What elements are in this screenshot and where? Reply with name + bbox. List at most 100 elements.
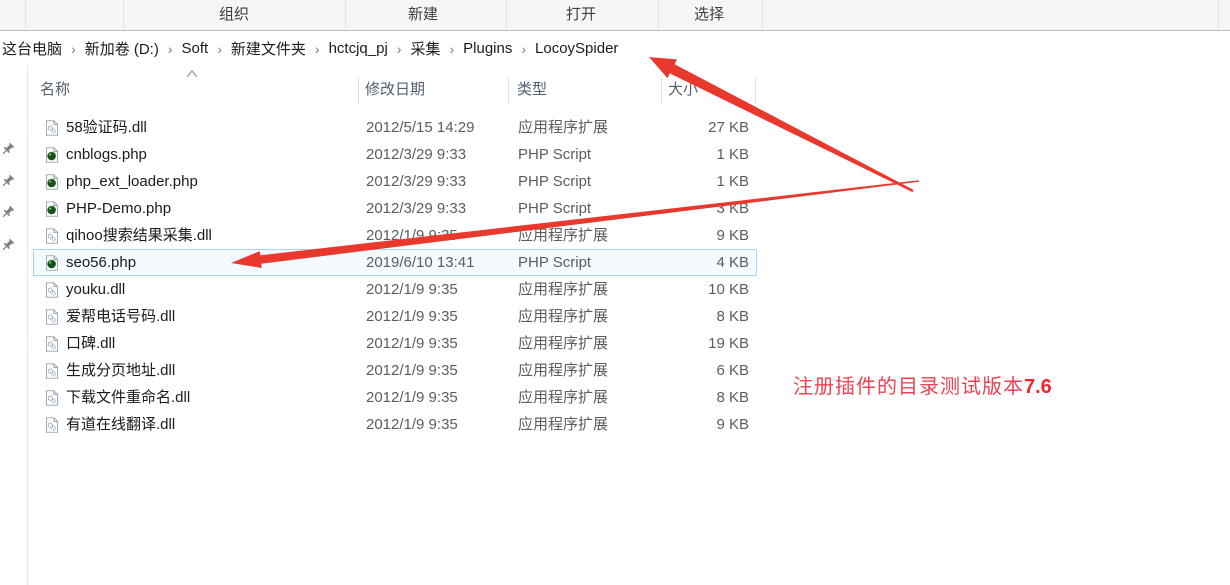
column-header-name[interactable]: 名称 <box>40 75 70 105</box>
file-size: 1 KB <box>594 142 749 169</box>
column-divider[interactable] <box>755 78 756 104</box>
file-explorer-window: 组织 新建 打开 选择 这台电脑 › 新加卷 (D:) › Soft › 新建文… <box>0 0 1230 585</box>
dll-file-icon <box>44 363 62 379</box>
file-date: 2012/1/9 9:35 <box>366 304 458 331</box>
toolbar-group-organize[interactable]: 组织 <box>219 0 249 30</box>
php-file-icon <box>44 174 62 190</box>
php-file-icon <box>44 255 62 271</box>
file-name: youku.dll <box>66 277 125 304</box>
column-divider[interactable] <box>508 78 509 104</box>
file-size: 6 KB <box>594 358 749 385</box>
column-header-type[interactable]: 类型 <box>517 75 547 105</box>
breadcrumb-item-hctcjq-pj[interactable]: hctcjq_pj <box>329 40 388 57</box>
toolbar-group-new[interactable]: 新建 <box>408 0 438 30</box>
chevron-right-icon[interactable]: › <box>168 41 173 57</box>
chevron-right-icon[interactable]: › <box>397 41 402 57</box>
file-type: PHP Script <box>518 142 591 169</box>
column-header-date[interactable]: 修改日期 <box>365 75 425 105</box>
breadcrumb: 这台电脑 › 新加卷 (D:) › Soft › 新建文件夹 › hctcjq_… <box>0 31 1230 66</box>
breadcrumb-item-drive-d[interactable]: 新加卷 (D:) <box>85 38 159 59</box>
file-row[interactable]: 有道在线翻译.dll 2012/1/9 9:35 应用程序扩展 9 KB <box>33 411 757 438</box>
toolbar-group-open[interactable]: 打开 <box>566 0 596 30</box>
file-date: 2012/3/29 9:33 <box>366 142 466 169</box>
file-name: 有道在线翻译.dll <box>66 412 175 439</box>
php-file-icon <box>44 201 62 217</box>
chevron-right-icon[interactable]: › <box>449 41 454 57</box>
toolbar-divider <box>762 0 763 30</box>
file-row[interactable]: youku.dll 2012/1/9 9:35 应用程序扩展 10 KB <box>33 276 757 303</box>
breadcrumb-item-caiji[interactable]: 采集 <box>410 38 440 59</box>
file-name: 生成分页地址.dll <box>66 358 175 385</box>
pin-icon[interactable] <box>1 142 15 157</box>
file-date: 2012/1/9 9:35 <box>366 412 458 439</box>
pin-icon[interactable] <box>1 174 15 189</box>
file-row[interactable]: 下载文件重命名.dll 2012/1/9 9:35 应用程序扩展 8 KB <box>33 384 757 411</box>
file-row[interactable]: cnblogs.php 2012/3/29 9:33 PHP Script 1 … <box>33 141 757 168</box>
file-size: 9 KB <box>594 223 749 250</box>
toolbar-divider <box>506 0 507 30</box>
file-type: PHP Script <box>518 169 591 196</box>
chevron-right-icon[interactable]: › <box>71 41 76 57</box>
file-date: 2012/1/9 9:35 <box>366 223 458 250</box>
file-size: 8 KB <box>594 304 749 331</box>
file-date: 2012/3/29 9:33 <box>366 196 466 223</box>
file-date: 2012/5/15 14:29 <box>366 115 474 142</box>
chevron-right-icon[interactable]: › <box>315 41 320 57</box>
toolbar-divider <box>658 0 659 30</box>
dll-file-icon <box>44 282 62 298</box>
file-row[interactable]: php_ext_loader.php 2012/3/29 9:33 PHP Sc… <box>33 168 757 195</box>
dll-file-icon <box>44 120 62 136</box>
ribbon-toolbar: 组织 新建 打开 选择 <box>0 0 1230 31</box>
column-divider[interactable] <box>661 78 662 104</box>
file-name: cnblogs.php <box>66 142 147 169</box>
file-date: 2012/1/9 9:35 <box>366 331 458 358</box>
navigation-pane-edge <box>0 66 28 585</box>
pin-icon[interactable] <box>1 238 15 253</box>
file-row[interactable]: 口碑.dll 2012/1/9 9:35 应用程序扩展 19 KB <box>33 330 757 357</box>
file-row[interactable]: 爱帮电话号码.dll 2012/1/9 9:35 应用程序扩展 8 KB <box>33 303 757 330</box>
dll-file-icon <box>44 390 62 406</box>
toolbar-divider <box>1218 0 1219 30</box>
file-name: 下载文件重命名.dll <box>66 385 190 412</box>
file-size: 1 KB <box>594 169 749 196</box>
file-date: 2012/1/9 9:35 <box>366 385 458 412</box>
file-row[interactable]: 生成分页地址.dll 2012/1/9 9:35 应用程序扩展 6 KB <box>33 357 757 384</box>
file-size: 3 KB <box>594 196 749 223</box>
breadcrumb-item-soft[interactable]: Soft <box>182 40 209 57</box>
sort-ascending-icon <box>186 65 198 83</box>
dll-file-icon <box>44 228 62 244</box>
file-row[interactable]: 58验证码.dll 2012/5/15 14:29 应用程序扩展 27 KB <box>33 114 757 141</box>
chevron-right-icon[interactable]: › <box>217 41 222 57</box>
file-size: 4 KB <box>594 250 749 277</box>
chevron-right-icon[interactable]: › <box>521 41 526 57</box>
file-size: 8 KB <box>594 385 749 412</box>
file-row[interactable]: seo56.php 2019/6/10 13:41 PHP Script 4 K… <box>33 249 757 276</box>
toolbar-divider <box>25 0 26 30</box>
column-header-size[interactable]: 大小 <box>668 75 698 105</box>
annotation-version: 7.6 <box>1024 376 1052 398</box>
file-date: 2019/6/10 13:41 <box>366 250 474 277</box>
column-divider[interactable] <box>358 78 359 104</box>
toolbar-divider <box>345 0 346 30</box>
file-row[interactable]: PHP-Demo.php 2012/3/29 9:33 PHP Script 3… <box>33 195 757 222</box>
file-date: 2012/1/9 9:35 <box>366 358 458 385</box>
dll-file-icon <box>44 309 62 325</box>
dll-file-icon <box>44 336 62 352</box>
annotation-text: 注册插件的目录测试版本7.6 <box>793 370 1052 399</box>
dll-file-icon <box>44 417 62 433</box>
annotation-label: 注册插件的目录测试版本 <box>793 376 1024 398</box>
file-name: 58验证码.dll <box>66 115 147 142</box>
file-row[interactable]: qihoo搜索结果采集.dll 2012/1/9 9:35 应用程序扩展 9 K… <box>33 222 757 249</box>
breadcrumb-item-this-pc[interactable]: 这台电脑 <box>2 38 62 59</box>
file-size: 27 KB <box>594 115 749 142</box>
file-name: 口碑.dll <box>66 331 115 358</box>
breadcrumb-item-locoyspider[interactable]: LocoySpider <box>535 40 618 57</box>
file-size: 9 KB <box>594 412 749 439</box>
file-type: PHP Script <box>518 196 591 223</box>
pin-icon[interactable] <box>1 205 15 220</box>
toolbar-group-select[interactable]: 选择 <box>694 0 724 30</box>
file-name: PHP-Demo.php <box>66 196 171 223</box>
file-type: PHP Script <box>518 250 591 277</box>
breadcrumb-item-plugins[interactable]: Plugins <box>463 40 512 57</box>
breadcrumb-item-new-folder[interactable]: 新建文件夹 <box>231 38 306 59</box>
